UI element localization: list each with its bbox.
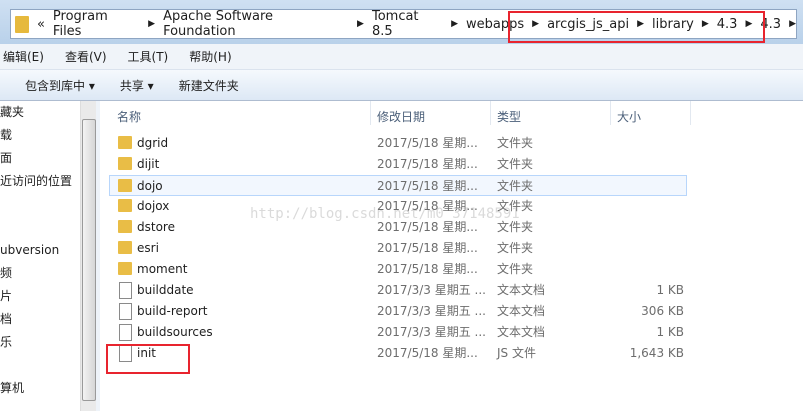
folder-icon (15, 15, 29, 33)
title-area: « Program Files ▶ Apache Software Foundat… (0, 0, 803, 44)
highlight-box (106, 344, 190, 374)
nav-item[interactable]: 载 (0, 124, 80, 147)
file-type: 文本文档 (497, 325, 546, 339)
folder-icon (118, 179, 132, 192)
file-name: moment (137, 262, 188, 276)
folder-icon (118, 220, 132, 233)
file-row[interactable]: init 2017/5/18 星期... JS 文件 1,643 KB (110, 343, 686, 363)
file-size: 1,643 KB (629, 346, 684, 360)
file-type: 文件夹 (497, 157, 534, 171)
nav-item[interactable] (0, 354, 80, 377)
file-date: 2017/3/3 星期五 ... (377, 283, 486, 297)
nav-item[interactable]: 档 (0, 308, 80, 331)
nav-pane: 藏夹载面近访问的位置 ubversion 频片档乐算机 (0, 101, 80, 411)
file-name: builddate (137, 283, 194, 297)
menu-help[interactable]: 帮助(H) (189, 48, 231, 65)
file-name: build-report (137, 304, 208, 318)
file-size: 1 KB (656, 283, 684, 297)
col-type[interactable]: 类型 (497, 108, 521, 125)
file-date: 2017/5/18 星期... (377, 241, 478, 255)
file-row[interactable]: moment 2017/5/18 星期... 文件夹 (110, 259, 686, 279)
divider[interactable] (490, 101, 491, 125)
crumb-arrow-icon[interactable]: ▶ (357, 19, 364, 29)
nav-item[interactable]: 乐 (0, 331, 80, 354)
file-date: 2017/3/3 星期五 ... (377, 304, 486, 318)
file-type: 文件夹 (497, 179, 534, 193)
file-type: 文件夹 (497, 136, 534, 150)
file-type: 文本文档 (497, 304, 546, 318)
folder-icon (118, 157, 132, 170)
crumb[interactable]: Program Files (53, 9, 140, 39)
file-type: JS 文件 (497, 346, 536, 360)
file-name: esri (137, 241, 159, 255)
nav-item[interactable] (0, 216, 80, 239)
file-row[interactable]: builddate 2017/3/3 星期五 ... 文本文档 1 KB (110, 280, 686, 300)
file-icon (119, 324, 132, 341)
file-type: 文件夹 (497, 241, 534, 255)
file-name: dstore (137, 220, 175, 234)
file-date: 2017/5/18 星期... (377, 157, 478, 171)
divider[interactable] (690, 101, 691, 125)
col-date[interactable]: 修改日期 (377, 108, 425, 125)
divider[interactable] (370, 101, 371, 125)
watermark: http://blog.csdn.net/m0_37148591 (250, 206, 520, 222)
nav-item[interactable]: ubversion (0, 239, 80, 262)
scroll-thumb[interactable] (82, 119, 96, 401)
folder-icon (118, 241, 132, 254)
nav-scrollbar[interactable] (80, 101, 96, 411)
pane-splitter[interactable] (96, 101, 100, 411)
nav-item[interactable] (0, 193, 80, 216)
file-icon (119, 303, 132, 320)
menu-bar: 编辑(E) 查看(V) 工具(T) 帮助(H) (0, 44, 803, 70)
nav-item[interactable]: 片 (0, 285, 80, 308)
nav-item[interactable]: 面 (0, 147, 80, 170)
file-size: 306 KB (641, 304, 684, 318)
file-row[interactable]: dgrid 2017/5/18 星期... 文件夹 (110, 133, 686, 153)
crumb-arrow-icon[interactable]: ▶ (451, 19, 458, 29)
crumb[interactable]: Tomcat 8.5 (372, 9, 443, 39)
folder-icon (118, 199, 132, 212)
file-name: dijit (137, 157, 160, 171)
file-row[interactable]: esri 2017/5/18 星期... 文件夹 (110, 238, 686, 258)
highlight-box (508, 11, 765, 43)
file-type: 文本文档 (497, 283, 546, 297)
file-date: 2017/5/18 星期... (377, 136, 478, 150)
file-size: 1 KB (656, 325, 684, 339)
file-name: dojo (137, 179, 163, 193)
folder-icon (118, 262, 132, 275)
file-icon (119, 282, 132, 299)
col-size[interactable]: 大小 (617, 108, 641, 125)
file-date: 2017/3/3 星期五 ... (377, 325, 486, 339)
file-date: 2017/5/18 星期... (377, 179, 478, 193)
share-button[interactable]: 共享 ▾ (120, 77, 154, 94)
file-date: 2017/5/18 星期... (377, 346, 478, 360)
nav-item[interactable]: 近访问的位置 (0, 170, 80, 193)
nav-item[interactable]: 频 (0, 262, 80, 285)
folder-icon (118, 136, 132, 149)
file-row[interactable]: buildsources 2017/3/3 星期五 ... 文本文档 1 KB (110, 322, 686, 342)
file-row[interactable]: build-report 2017/3/3 星期五 ... 文本文档 306 K… (110, 301, 686, 321)
divider[interactable] (610, 101, 611, 125)
menu-tools[interactable]: 工具(T) (128, 48, 169, 65)
nav-item[interactable]: 算机 (0, 377, 80, 400)
crumb-arrow-icon[interactable]: ▶ (148, 19, 155, 29)
history-chevron-icon[interactable]: « (37, 17, 45, 32)
new-folder-button[interactable]: 新建文件夹 (179, 77, 239, 94)
file-date: 2017/5/18 星期... (377, 262, 478, 276)
include-in-library-button[interactable]: 包含到库中 ▾ (25, 77, 95, 94)
menu-view[interactable]: 查看(V) (65, 48, 107, 65)
file-name: dgrid (137, 136, 169, 150)
col-name[interactable]: 名称 (117, 108, 141, 125)
file-row[interactable]: dojo 2017/5/18 星期... 文件夹 (109, 175, 687, 196)
file-name: dojox (137, 199, 170, 213)
crumb-arrow-icon[interactable]: ▶ (789, 19, 796, 29)
column-header: 名称 修改日期 类型 大小 (100, 101, 803, 127)
file-name: buildsources (137, 325, 213, 339)
crumb[interactable]: Apache Software Foundation (163, 9, 349, 39)
file-type: 文件夹 (497, 262, 534, 276)
nav-item[interactable]: 藏夹 (0, 101, 80, 124)
file-row[interactable]: dijit 2017/5/18 星期... 文件夹 (110, 154, 686, 174)
toolbar: 包含到库中 ▾ 共享 ▾ 新建文件夹 (0, 70, 803, 101)
menu-edit[interactable]: 编辑(E) (3, 48, 44, 65)
